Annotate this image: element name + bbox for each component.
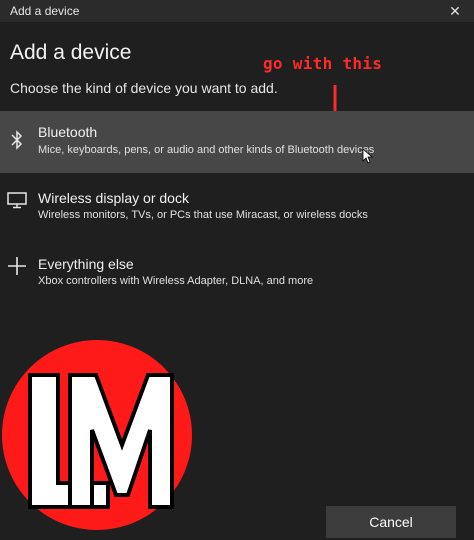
annotation-label: go with this — [263, 54, 383, 73]
cancel-button[interactable]: Cancel — [326, 506, 456, 538]
monitor-icon — [6, 191, 28, 213]
window-title: Add a device — [10, 4, 80, 18]
option-description: Mice, keyboards, pens, or audio and othe… — [38, 144, 375, 156]
option-bluetooth[interactable]: Bluetooth Mice, keyboards, pens, or audi… — [0, 111, 474, 173]
option-title: Everything else — [38, 256, 134, 272]
bluetooth-icon — [6, 129, 28, 151]
option-title: Wireless display or dock — [38, 190, 189, 206]
close-icon[interactable]: ✕ — [444, 0, 466, 22]
option-everything-else[interactable]: Everything else Xbox controllers with Wi… — [0, 245, 474, 307]
title-bar: Add a device ✕ — [0, 0, 474, 22]
page-subtitle: Choose the kind of device you want to ad… — [10, 80, 278, 96]
option-description: Xbox controllers with Wireless Adapter, … — [38, 275, 314, 287]
lm-logo — [2, 340, 192, 530]
option-title: Bluetooth — [38, 124, 98, 140]
plus-icon — [6, 256, 28, 278]
page-title: Add a device — [10, 41, 132, 64]
option-wireless-display[interactable]: Wireless display or dock Wireless monito… — [0, 178, 474, 240]
mouse-cursor-icon — [362, 148, 374, 164]
option-description: Wireless monitors, TVs, or PCs that use … — [38, 209, 368, 221]
